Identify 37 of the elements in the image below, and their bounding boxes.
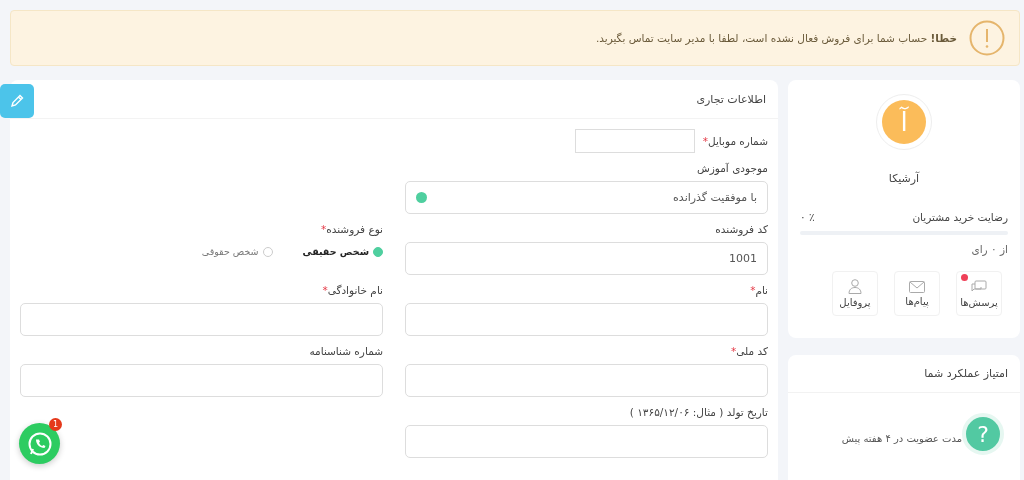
field-label: نام خانوادگی* bbox=[321, 284, 383, 296]
chat-icon bbox=[971, 279, 987, 294]
input-field[interactable] bbox=[20, 364, 383, 397]
radio-option[interactable]: شخص حقیقی bbox=[302, 246, 383, 257]
field-label: موجودی آموزش bbox=[695, 162, 768, 174]
status-field[interactable]: با موفقیت گذرانده bbox=[405, 181, 768, 214]
alert-message: خطا! حساب شما برای فروش فعال نشده است، لطفا با مدیر سایت تماس بگیرید. bbox=[595, 32, 957, 44]
pencil-icon bbox=[9, 93, 25, 109]
phone-icon bbox=[26, 430, 53, 457]
vote-count: از ۰ رای bbox=[971, 243, 1008, 255]
shortcut-tile[interactable]: پرسش‌ها bbox=[956, 271, 1002, 316]
field-label: نام* bbox=[749, 284, 768, 296]
field-label: نوع فروشنده* bbox=[319, 223, 383, 235]
status-dot-icon bbox=[416, 192, 427, 203]
input-field[interactable] bbox=[574, 129, 695, 153]
field-label: کد فروشنده bbox=[714, 223, 768, 235]
envelope-icon bbox=[909, 280, 925, 293]
input-field[interactable] bbox=[405, 425, 768, 458]
edit-button[interactable] bbox=[0, 84, 34, 118]
field-label: کد ملی* bbox=[730, 345, 768, 357]
card-title: امتیاز عملکرد شما bbox=[788, 355, 1020, 393]
radio-option[interactable]: شخص حقوقی bbox=[201, 246, 273, 257]
shortcut-tile[interactable]: پیام‌ها bbox=[894, 271, 940, 316]
field-label: شماره شناسنامه bbox=[308, 345, 383, 357]
input-field[interactable] bbox=[405, 303, 768, 336]
input-field[interactable] bbox=[20, 303, 383, 336]
input-field[interactable]: 1001 bbox=[405, 242, 768, 275]
satisfaction-value: ٪ ۰ bbox=[800, 211, 815, 223]
field-label: تاریخ تولد ( مثال: ۱۳۶۵/۱۲/۰۶ ) bbox=[628, 406, 768, 418]
satisfaction-label: رضایت خرید مشتریان bbox=[912, 211, 1008, 223]
store-name: آرشیکا bbox=[888, 172, 920, 185]
membership-text: مدت عضویت در ۴ هفته پیش bbox=[841, 433, 962, 444]
field-label: شماره موبایل* bbox=[702, 135, 768, 147]
warning-icon bbox=[969, 20, 1005, 56]
input-field[interactable] bbox=[405, 364, 768, 397]
shortcut-tile[interactable]: پروفایل bbox=[832, 271, 878, 316]
user-icon bbox=[848, 279, 862, 294]
